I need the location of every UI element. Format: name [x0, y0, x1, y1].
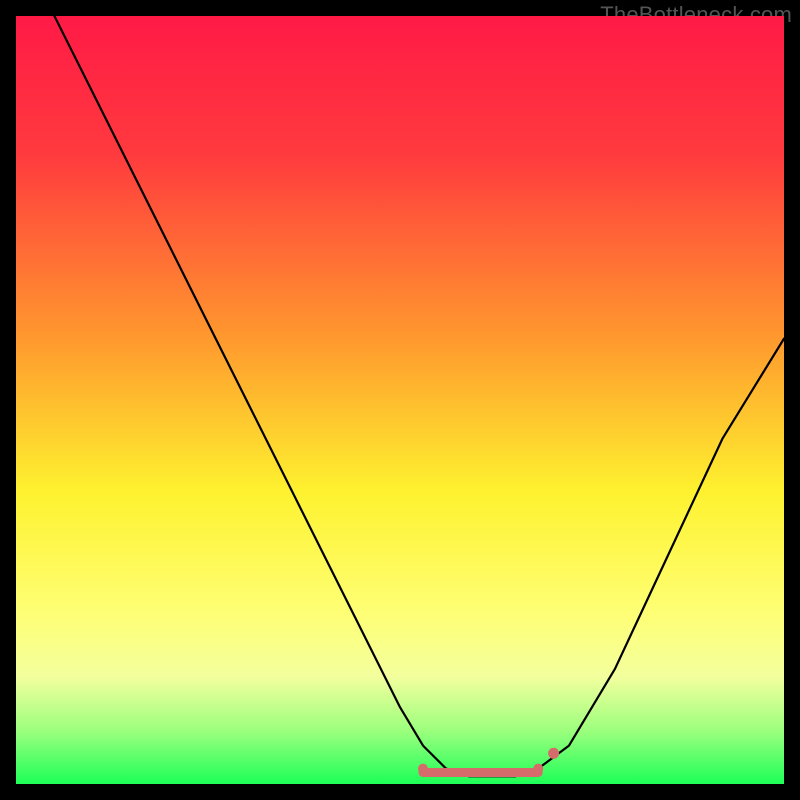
flat-region-left-cap [418, 764, 428, 774]
flat-region-right-cap [533, 764, 543, 774]
bottleneck-curve [54, 16, 784, 776]
curve-layer [16, 16, 784, 784]
plot-area [16, 16, 784, 784]
highlight-dot [548, 748, 559, 759]
chart-container: TheBottleneck.com [0, 0, 800, 800]
